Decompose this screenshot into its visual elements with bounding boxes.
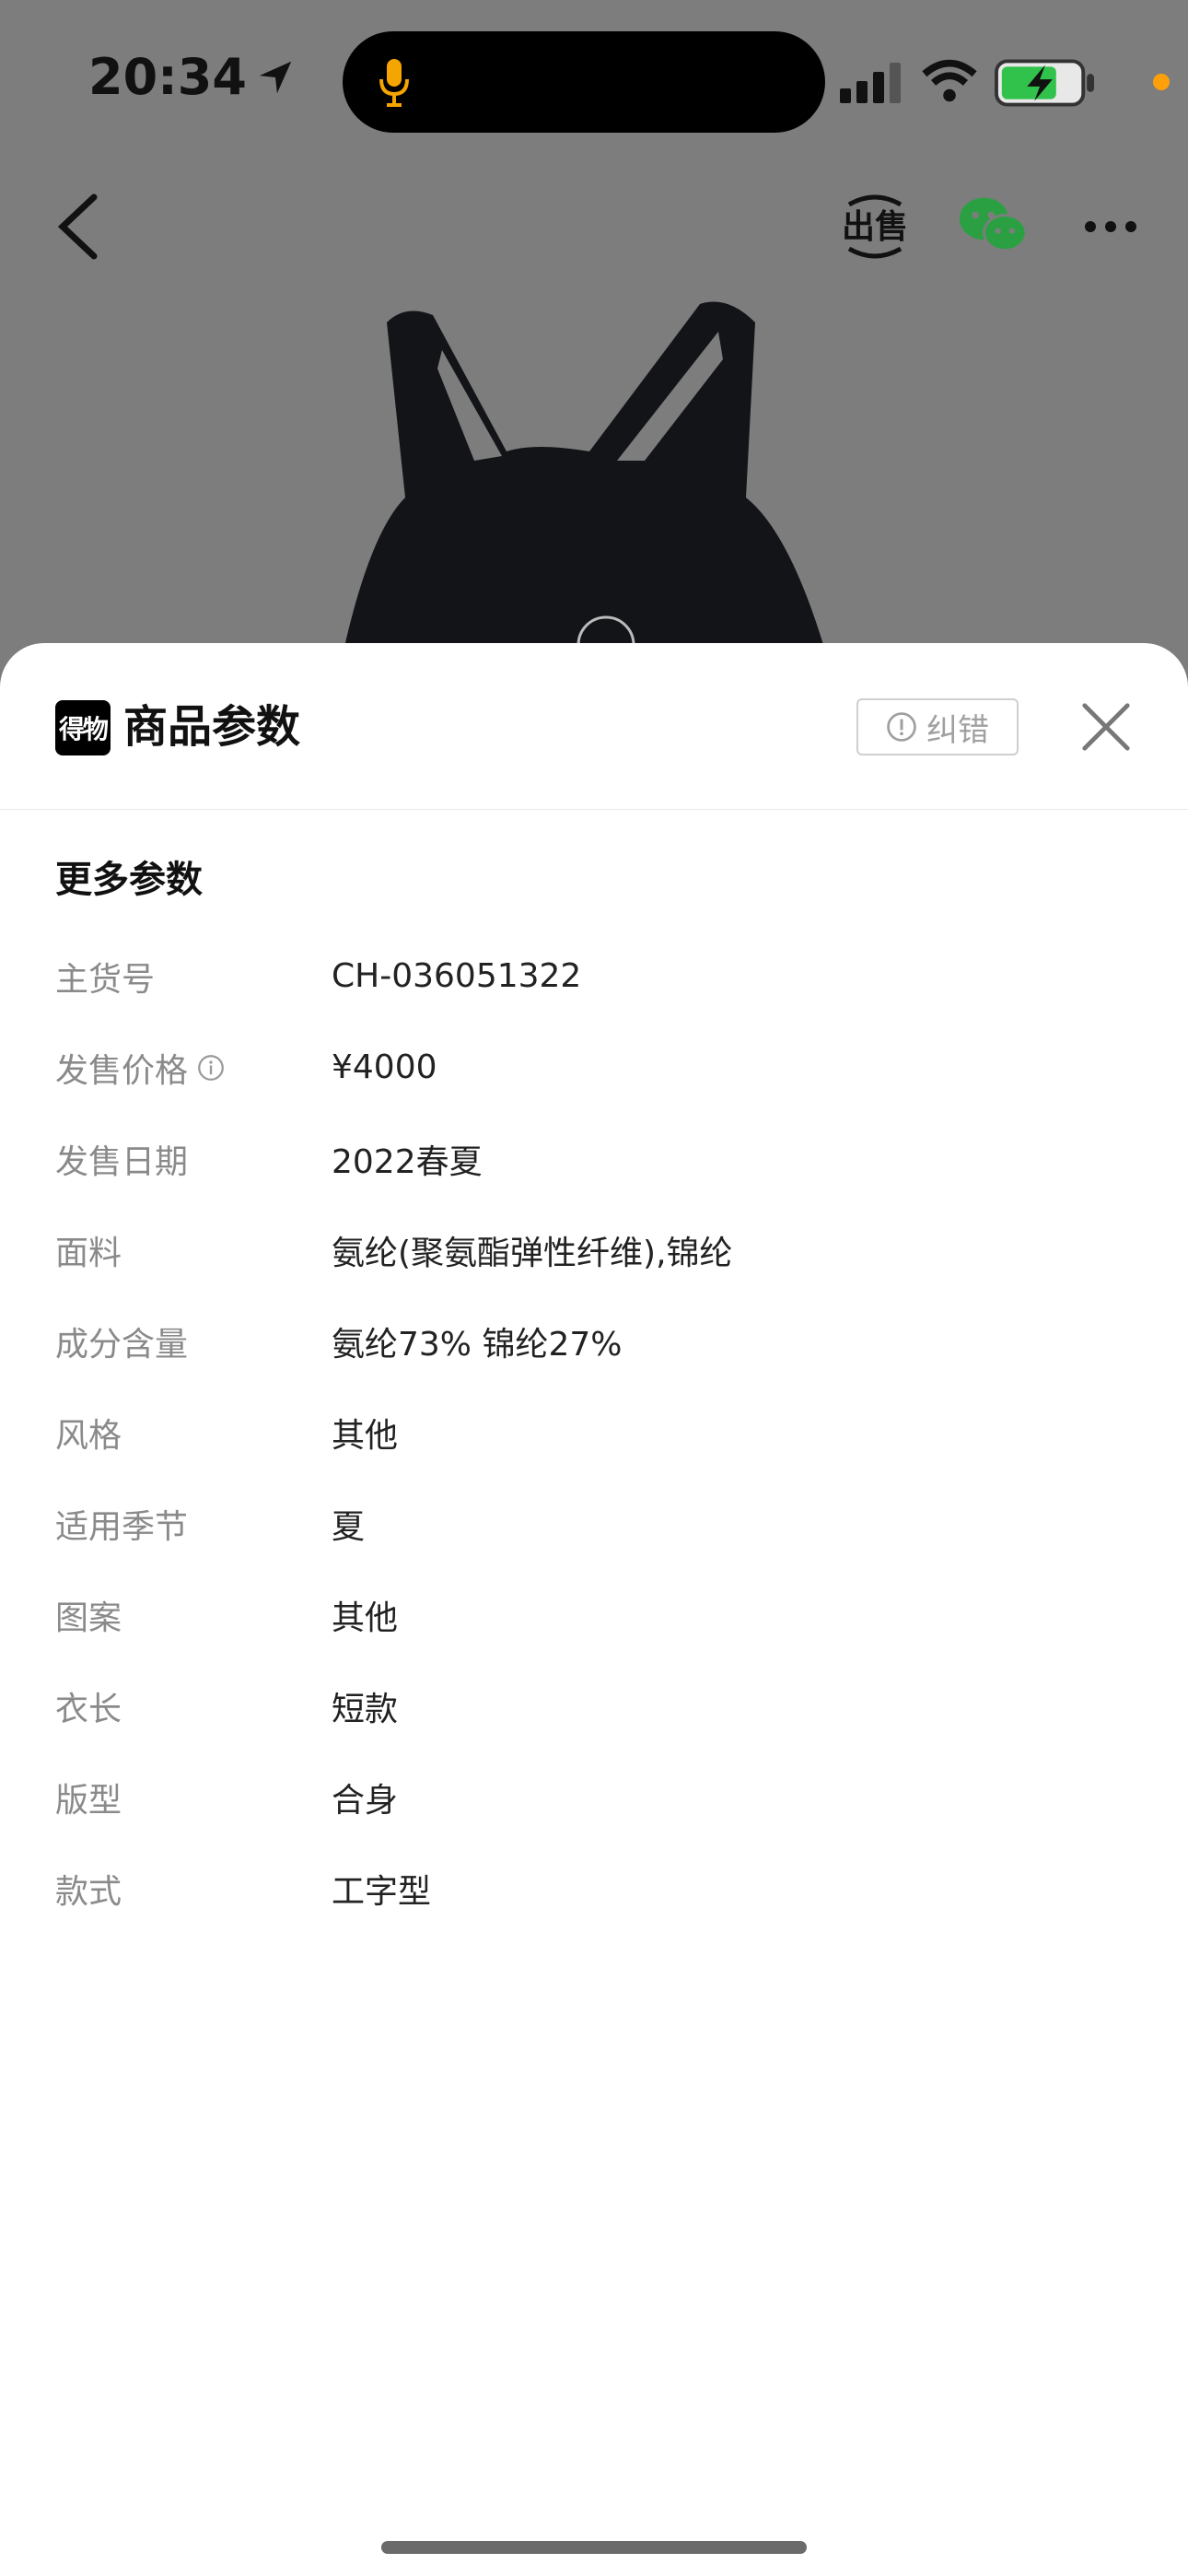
param-key: 款式 (55, 1865, 332, 1913)
param-key-label: 款式 (55, 1872, 122, 1911)
param-value: 合身 (332, 1781, 399, 1820)
cellular-signal-icon (840, 63, 901, 103)
wifi-icon (922, 59, 977, 102)
param-key: 面料 (55, 1226, 332, 1274)
param-key: 版型 (55, 1774, 332, 1821)
param-key-label: 图案 (55, 1598, 122, 1637)
info-icon[interactable] (197, 1054, 225, 1082)
param-key-label: 发售日期 (55, 1142, 189, 1181)
sheet-title: 商品参数 (123, 701, 301, 753)
sheet-header: 得物 商品参数 纠错 (0, 643, 1188, 810)
time-text: 20:34 (88, 48, 247, 106)
param-row: 衣长 短款 (55, 1660, 1142, 1751)
params-bottom-sheet: 得物 商品参数 纠错 更多参数 主货号 CH-036051322 发售价格 ¥4000… (0, 643, 1188, 2576)
param-row: 主货号 CH-036051322 (55, 931, 1142, 1022)
close-icon[interactable] (1079, 700, 1133, 754)
status-time: 20:34 (88, 48, 297, 106)
alert-circle-icon (887, 712, 916, 742)
param-key-label: 发售价格 (55, 1051, 189, 1090)
dynamic-island (343, 31, 825, 133)
param-key: 风格 (55, 1409, 332, 1457)
status-bar: 20:34 (0, 0, 1188, 166)
param-key-label: 风格 (55, 1416, 122, 1455)
microphone-icon (379, 59, 409, 107)
param-key: 发售日期 (55, 1135, 332, 1183)
param-key-label: 衣长 (55, 1690, 122, 1728)
param-row: 款式 工字型 (55, 1843, 1142, 1934)
param-row: 面料 氨纶(聚氨酯弹性纤维),锦纶 (55, 1204, 1142, 1295)
home-indicator[interactable] (381, 2541, 807, 2554)
param-value: 其他 (332, 1598, 399, 1637)
param-key-label: 版型 (55, 1781, 122, 1820)
dewu-logo: 得物 (55, 700, 111, 755)
param-value: 短款 (332, 1690, 399, 1728)
param-key: 主货号 (55, 953, 332, 1001)
param-value: 其他 (332, 1416, 399, 1455)
product-image (341, 301, 829, 663)
param-key-label: 成分含量 (55, 1325, 189, 1364)
report-error-label: 纠错 (926, 711, 989, 749)
param-value: 氨纶(聚氨酯弹性纤维),锦纶 (332, 1234, 733, 1272)
svg-text:出售: 出售 (842, 208, 908, 246)
param-key-label: 适用季节 (55, 1507, 189, 1546)
param-key-label: 主货号 (55, 960, 156, 999)
recording-indicator-dot (1153, 74, 1170, 90)
sell-icon[interactable]: 出售 (838, 190, 912, 263)
param-key: 适用季节 (55, 1500, 332, 1548)
param-key-label: 面料 (55, 1234, 122, 1272)
param-row: 风格 其他 (55, 1387, 1142, 1478)
back-chevron-icon[interactable] (53, 192, 101, 262)
param-key: 图案 (55, 1591, 332, 1639)
param-value: CH-036051322 (332, 957, 582, 995)
param-row: 成分含量 氨纶73% 锦纶27% (55, 1295, 1142, 1387)
param-row: 图案 其他 (55, 1569, 1142, 1660)
param-key: 发售价格 (55, 1044, 332, 1092)
params-list: 主货号 CH-036051322 发售价格 ¥4000 发售日期 2022春夏面料 氨纶(聚… (55, 931, 1142, 1934)
battery-charging-icon (995, 59, 1095, 107)
param-row: 发售价格 ¥4000 (55, 1022, 1142, 1113)
more-icon[interactable] (1083, 199, 1138, 254)
wechat-icon[interactable] (958, 193, 1028, 258)
report-error-button[interactable]: 纠错 (856, 698, 1019, 755)
status-icons (801, 55, 1188, 107)
top-navigation: 出售 (0, 175, 1188, 276)
section-title: 更多参数 (55, 859, 203, 901)
param-value: 氨纶73% 锦纶27% (332, 1325, 623, 1364)
param-value: 工字型 (332, 1872, 432, 1911)
param-key: 衣长 (55, 1682, 332, 1730)
param-row: 适用季节 夏 (55, 1478, 1142, 1569)
param-row: 发售日期 2022春夏 (55, 1113, 1142, 1204)
location-arrow-icon (259, 61, 292, 93)
param-value: 2022春夏 (332, 1142, 483, 1181)
param-row: 版型 合身 (55, 1751, 1142, 1843)
param-key: 成分含量 (55, 1317, 332, 1365)
param-value: ¥4000 (332, 1048, 437, 1086)
param-value: 夏 (332, 1507, 366, 1546)
